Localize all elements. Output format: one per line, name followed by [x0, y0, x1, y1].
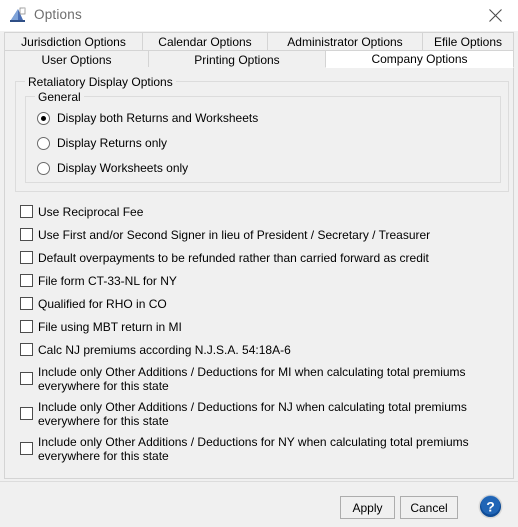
- tab-user-options[interactable]: User Options: [4, 50, 149, 68]
- checkbox-label: File form CT-33-NL for NY: [38, 274, 177, 288]
- checkbox-indicator: [20, 320, 33, 333]
- group-retaliatory-display-options: Retaliatory Display Options General Disp…: [15, 75, 509, 192]
- radio-indicator: [37, 111, 50, 125]
- window-title: Options: [34, 7, 82, 22]
- checkbox-use-reciprocal-fee[interactable]: Use Reciprocal Fee: [20, 205, 143, 219]
- checkbox-file-using-mbt-return-mi[interactable]: File using MBT return in MI: [20, 320, 182, 334]
- group-general: General Display both Returns and Workshe…: [25, 90, 501, 183]
- radio-label: Display both Returns and Worksheets: [57, 111, 259, 125]
- options-app-icon: [10, 7, 27, 24]
- checkbox-label: Include only Other Additions / Deduction…: [38, 365, 466, 393]
- tab-label: Jurisdiction Options: [21, 34, 126, 49]
- checkbox-indicator: [20, 442, 33, 455]
- checkbox-indicator: [20, 228, 33, 241]
- checkbox-label: Default overpayments to be refunded rath…: [38, 251, 429, 265]
- tab-calendar-options[interactable]: Calendar Options: [142, 32, 268, 50]
- tab-label: Calendar Options: [158, 34, 252, 49]
- apply-button[interactable]: Apply: [340, 496, 395, 519]
- checkbox-calc-nj-premiums-njsa[interactable]: Calc NJ premiums according N.J.S.A. 54:1…: [20, 343, 291, 357]
- tab-label: User Options: [41, 52, 112, 67]
- checkbox-include-only-other-additions-mi[interactable]: Include only Other Additions / Deduction…: [20, 365, 502, 393]
- checkbox-indicator: [20, 205, 33, 218]
- radio-label: Display Worksheets only: [57, 161, 189, 175]
- tab-label: Efile Options: [433, 34, 503, 49]
- apply-button-label: Apply: [352, 500, 383, 515]
- company-options-panel: Retaliatory Display Options General Disp…: [4, 67, 514, 479]
- checkbox-use-first-second-signer[interactable]: Use First and/or Second Signer in lieu o…: [20, 228, 430, 242]
- checkbox-indicator: [20, 407, 33, 420]
- group-title: General: [35, 90, 84, 104]
- checkbox-default-overpayments-refunded[interactable]: Default overpayments to be refunded rath…: [20, 251, 429, 265]
- tab-row-2: User Options Printing Options Company Op…: [4, 50, 514, 68]
- close-icon[interactable]: [473, 0, 518, 30]
- checkbox-indicator: [20, 297, 33, 310]
- tab-jurisdiction-options[interactable]: Jurisdiction Options: [4, 32, 143, 50]
- checkbox-indicator: [20, 274, 33, 287]
- radio-display-both-returns-and-worksheets[interactable]: Display both Returns and Worksheets: [37, 110, 258, 126]
- radio-label: Display Returns only: [57, 136, 168, 150]
- checkbox-label: Qualified for RHO in CO: [38, 297, 167, 311]
- checkbox-label: Include only Other Additions / Deduction…: [38, 400, 467, 428]
- radio-display-returns-only[interactable]: Display Returns only: [37, 135, 167, 151]
- help-question-icon[interactable]: ?: [478, 494, 503, 519]
- tab-label: Company Options: [371, 52, 468, 66]
- radio-indicator: [37, 161, 50, 175]
- tab-row-1: Jurisdiction Options Calendar Options Ad…: [4, 32, 514, 50]
- radio-display-worksheets-only[interactable]: Display Worksheets only: [37, 160, 188, 176]
- tab-label: Printing Options: [194, 52, 280, 67]
- checkbox-indicator: [20, 343, 33, 356]
- svg-text:?: ?: [486, 499, 495, 515]
- tab-company-options[interactable]: Company Options: [325, 50, 514, 68]
- tab-printing-options[interactable]: Printing Options: [148, 50, 326, 68]
- checkbox-qualified-rho-co[interactable]: Qualified for RHO in CO: [20, 297, 167, 311]
- tab-efile-options[interactable]: Efile Options: [422, 32, 514, 50]
- cancel-button[interactable]: Cancel: [400, 496, 458, 519]
- cancel-button-label: Cancel: [410, 500, 448, 515]
- checkbox-indicator: [20, 251, 33, 264]
- group-title: Retaliatory Display Options: [25, 75, 176, 89]
- title-bar: Options: [0, 0, 518, 32]
- radio-indicator: [37, 136, 50, 150]
- checkbox-label: Include only Other Additions / Deduction…: [38, 435, 469, 463]
- checkbox-include-only-other-additions-nj[interactable]: Include only Other Additions / Deduction…: [20, 400, 502, 428]
- tab-strip: Jurisdiction Options Calendar Options Ad…: [4, 32, 514, 68]
- checkbox-label: Use Reciprocal Fee: [38, 205, 144, 219]
- tab-label: Administrator Options: [287, 34, 403, 49]
- checkbox-file-form-ct-33-nl-ny[interactable]: File form CT-33-NL for NY: [20, 274, 177, 288]
- tab-administrator-options[interactable]: Administrator Options: [267, 32, 423, 50]
- checkbox-include-only-other-additions-ny[interactable]: Include only Other Additions / Deduction…: [20, 435, 502, 463]
- checkbox-indicator: [20, 372, 33, 385]
- checkbox-label: File using MBT return in MI: [38, 320, 182, 334]
- checkbox-label: Calc NJ premiums according N.J.S.A. 54:1…: [38, 343, 291, 357]
- checkbox-label: Use First and/or Second Signer in lieu o…: [38, 228, 431, 242]
